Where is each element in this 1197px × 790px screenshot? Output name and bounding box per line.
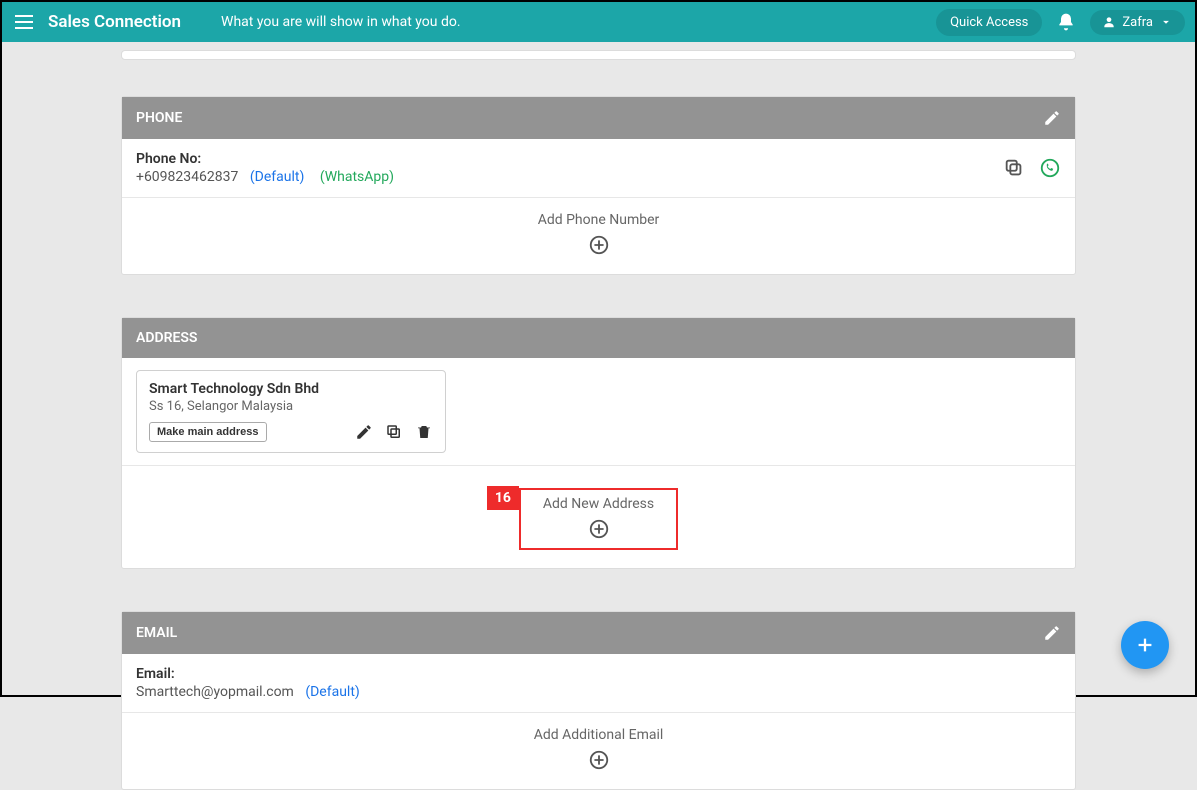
quick-access-button[interactable]: Quick Access	[936, 9, 1042, 36]
whatsapp-icon[interactable]	[1039, 157, 1061, 179]
edit-icon[interactable]	[355, 423, 373, 441]
add-phone-label: Add Phone Number	[122, 212, 1075, 228]
user-avatar-icon	[1102, 15, 1116, 29]
user-menu-button[interactable]: Zafra	[1090, 10, 1185, 35]
address-body: Smart Technology Sdn Bhd Ss 16, Selangor…	[122, 358, 1075, 465]
address-line: Ss 16, Selangor Malaysia	[149, 399, 433, 414]
make-main-address-button[interactable]: Make main address	[149, 422, 267, 442]
address-section-title: ADDRESS	[136, 330, 197, 346]
previous-section-stub	[121, 50, 1076, 60]
phone-label: Phone No:	[136, 151, 394, 167]
phone-number: +609823462837	[136, 169, 238, 185]
phone-section-title: PHONE	[136, 110, 182, 126]
phone-default-tag: (Default)	[250, 169, 304, 185]
add-address-label: Add New Address	[543, 496, 654, 512]
callout-badge: 16	[487, 486, 519, 510]
plus-icon	[1134, 634, 1156, 656]
email-value: Smarttech@yopmail.com	[136, 684, 294, 700]
phone-section: PHONE Phone No: +609823462837 (Default) …	[121, 96, 1076, 275]
email-section: EMAIL Email: Smarttech@yopmail.com (Defa…	[121, 611, 1076, 790]
email-body: Email: Smarttech@yopmail.com (Default)	[122, 654, 1075, 712]
header-bar: Sales Connection What you are will show …	[2, 2, 1195, 42]
copy-icon[interactable]	[1003, 157, 1025, 179]
copy-icon[interactable]	[385, 423, 403, 441]
tagline-text: What you are will show in what you do.	[221, 14, 936, 30]
content-area: PHONE Phone No: +609823462837 (Default) …	[121, 42, 1076, 790]
add-address-area: 16 Add New Address	[122, 466, 1075, 568]
phone-section-header: PHONE	[122, 97, 1075, 139]
chevron-down-icon	[1159, 15, 1173, 29]
user-name-label: Zafra	[1122, 15, 1153, 30]
address-name: Smart Technology Sdn Bhd	[149, 381, 433, 397]
plus-circle-icon	[588, 749, 610, 771]
email-label: Email:	[136, 666, 1061, 682]
brand-title: Sales Connection	[48, 12, 181, 32]
address-section: ADDRESS Smart Technology Sdn Bhd Ss 16, …	[121, 317, 1076, 569]
plus-circle-icon	[588, 234, 610, 256]
phone-whatsapp-tag: (WhatsApp)	[320, 169, 394, 185]
plus-circle-icon	[588, 518, 610, 540]
edit-icon[interactable]	[1043, 624, 1061, 642]
trash-icon[interactable]	[415, 423, 433, 441]
hamburger-menu-icon[interactable]	[12, 10, 36, 34]
add-address-button[interactable]: Add New Address	[519, 488, 678, 550]
address-section-header: ADDRESS	[122, 318, 1075, 358]
email-section-header: EMAIL	[122, 612, 1075, 654]
address-card: Smart Technology Sdn Bhd Ss 16, Selangor…	[136, 370, 446, 453]
edit-icon[interactable]	[1043, 109, 1061, 127]
add-email-area[interactable]: Add Additional Email	[122, 713, 1075, 789]
email-section-title: EMAIL	[136, 625, 177, 641]
add-email-label: Add Additional Email	[122, 727, 1075, 743]
phone-body: Phone No: +609823462837 (Default) (Whats…	[122, 139, 1075, 197]
add-phone-area[interactable]: Add Phone Number	[122, 198, 1075, 274]
fab-add-button[interactable]	[1121, 621, 1169, 669]
notification-bell-icon[interactable]	[1056, 12, 1076, 32]
email-default-tag: (Default)	[305, 684, 359, 700]
